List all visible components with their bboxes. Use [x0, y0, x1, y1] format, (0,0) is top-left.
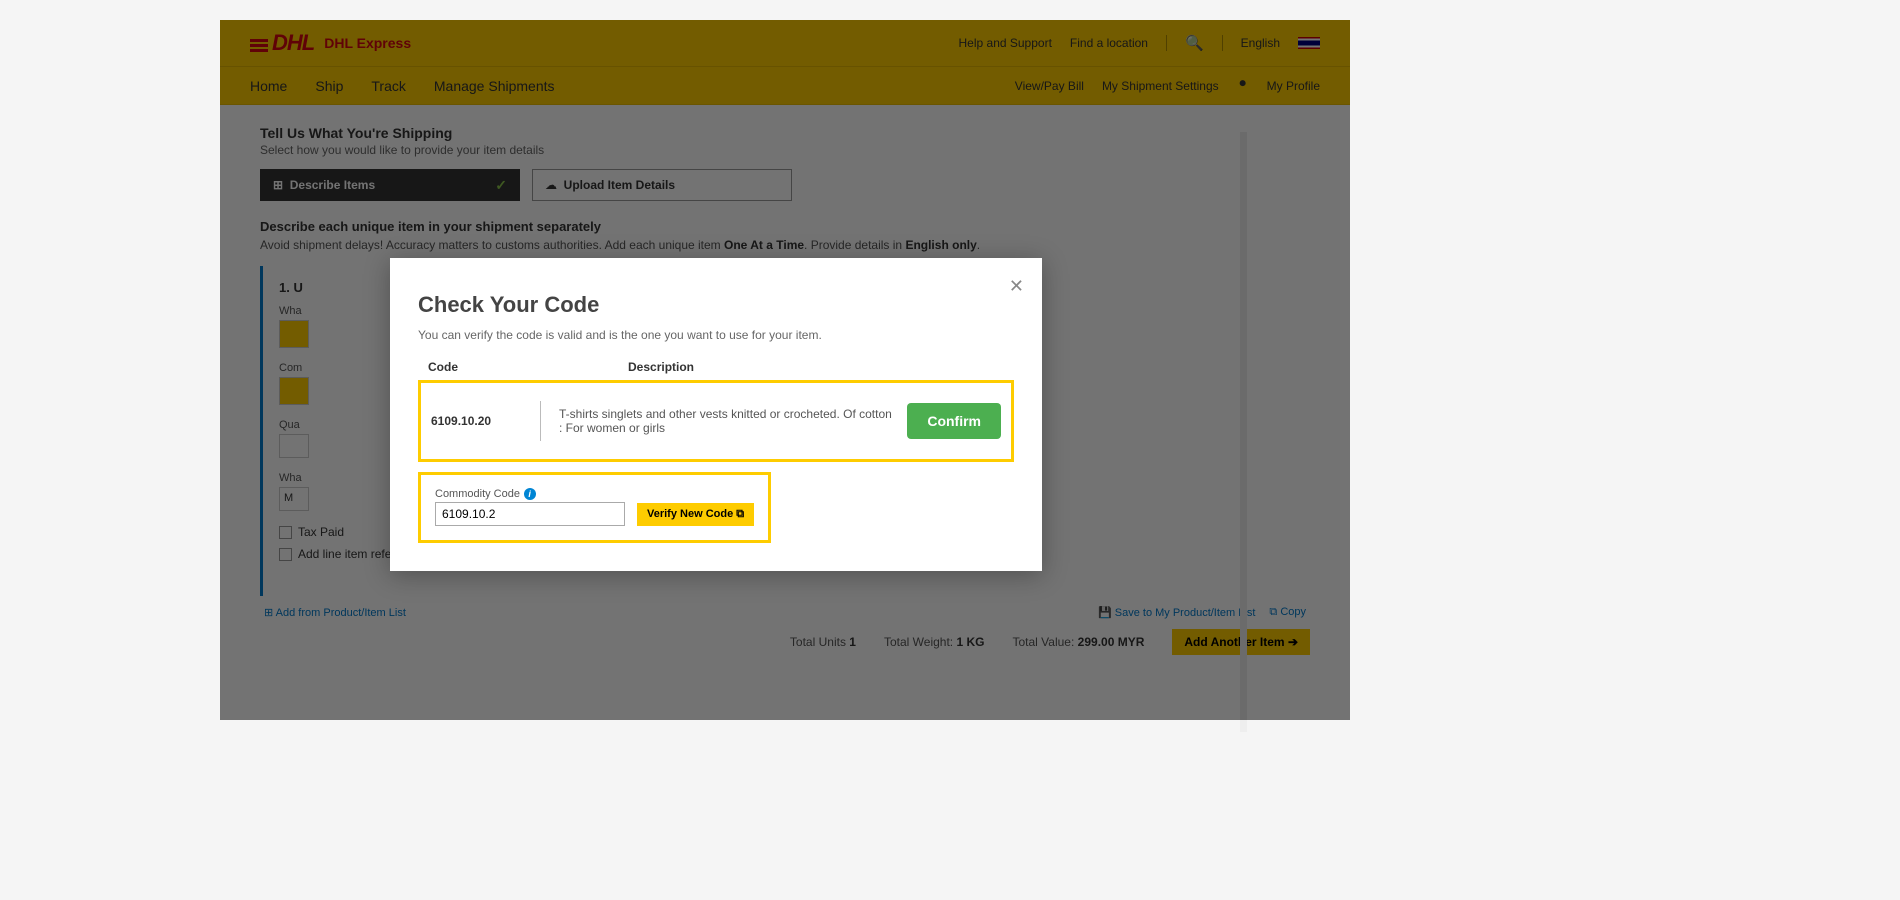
- verify-new-code-box: Commodity Code i Verify New Code ⧉: [418, 472, 771, 543]
- commodity-code-label: Commodity Code: [435, 488, 520, 500]
- info-icon[interactable]: i: [524, 488, 536, 500]
- modal-close-button[interactable]: ✕: [1009, 276, 1024, 297]
- confirm-button[interactable]: Confirm: [907, 403, 1001, 439]
- check-code-modal: ✕ Check Your Code You can verify the cod…: [390, 258, 1042, 571]
- modal-subtitle: You can verify the code is valid and is …: [418, 328, 1014, 342]
- lookup-icon: ⧉: [736, 508, 744, 520]
- close-icon: ✕: [1009, 276, 1024, 296]
- code-result-row: 6109.10.20 T-shirts singlets and other v…: [418, 380, 1014, 462]
- col-header-code: Code: [428, 360, 628, 374]
- commodity-code-input[interactable]: [435, 502, 625, 526]
- result-description: T-shirts singlets and other vests knitte…: [559, 407, 907, 435]
- modal-title: Check Your Code: [418, 292, 1014, 318]
- verify-new-code-button[interactable]: Verify New Code ⧉: [637, 503, 754, 526]
- col-header-description: Description: [628, 360, 1004, 374]
- result-code-value: 6109.10.20: [431, 401, 541, 441]
- result-header-row: Code Description: [418, 360, 1014, 374]
